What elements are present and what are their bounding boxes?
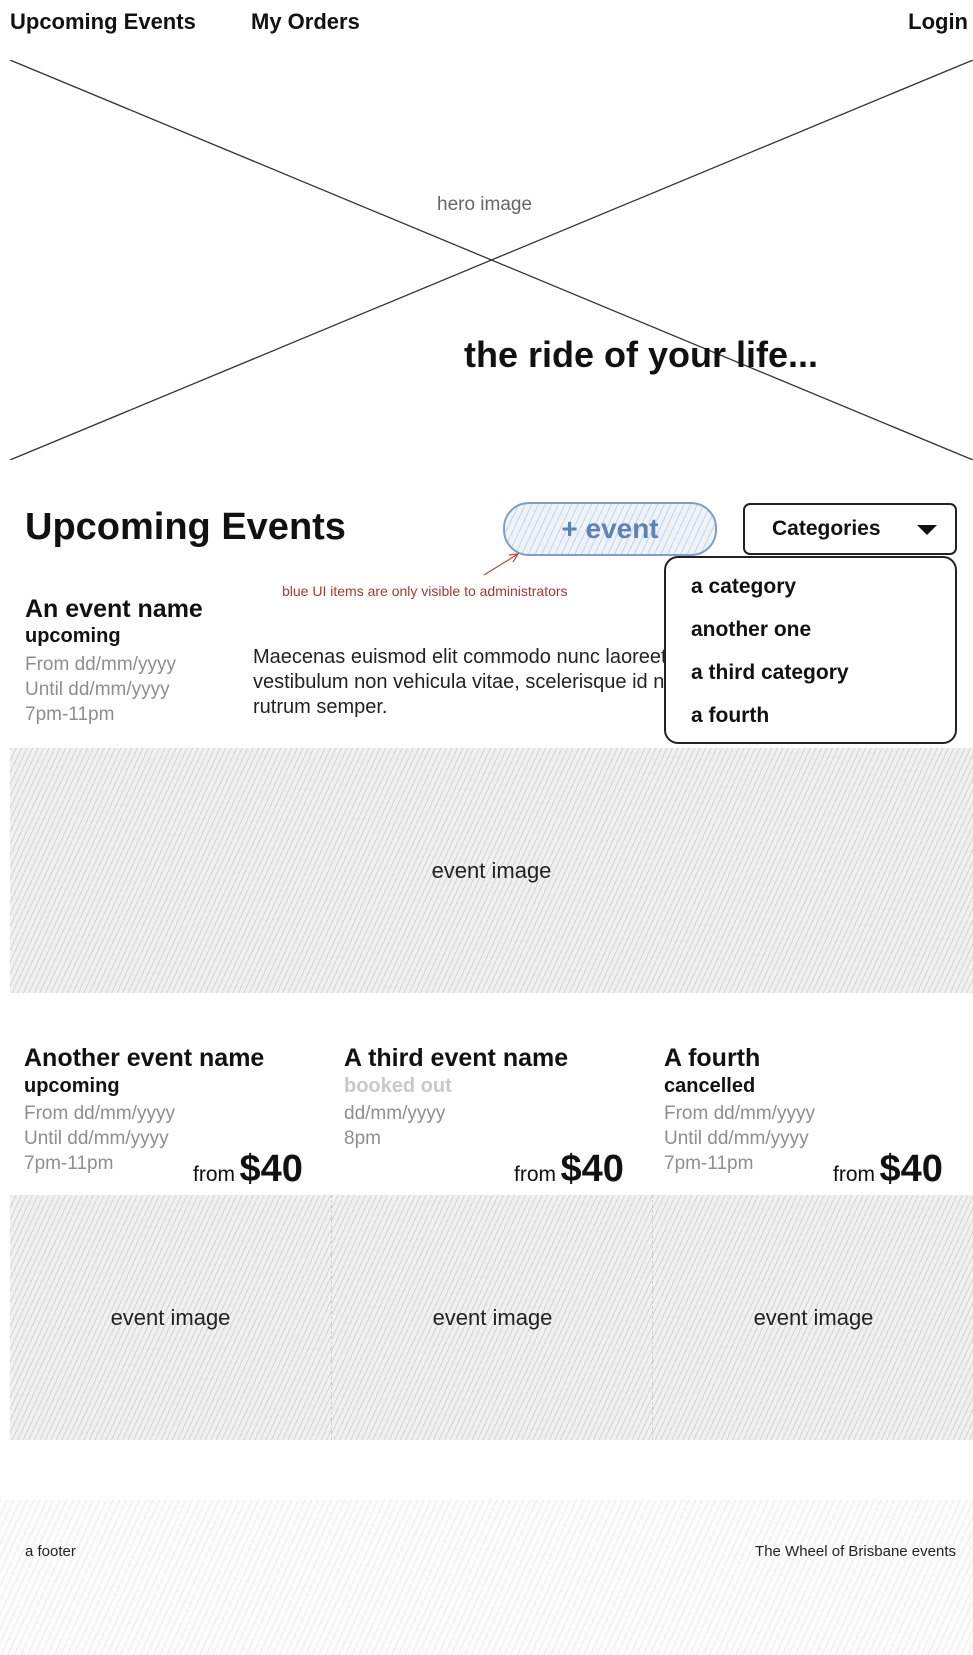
- event-image[interactable]: event image: [10, 1195, 331, 1440]
- nav-login[interactable]: Login: [908, 9, 968, 35]
- event-image[interactable]: event image: [331, 1195, 653, 1440]
- hero-placeholder-cross: [10, 60, 973, 460]
- event-name[interactable]: A fourth: [664, 1044, 964, 1073]
- featured-event-image[interactable]: event image: [10, 748, 973, 993]
- hero-image: hero image the ride of your life...: [10, 60, 973, 460]
- price-amount: $40: [879, 1148, 943, 1190]
- event-status: upcoming: [24, 1075, 120, 1097]
- footer-right-text: The Wheel of Brisbane events: [755, 1543, 956, 1560]
- event-price: from $40: [514, 1148, 624, 1191]
- event-price: from $40: [833, 1148, 943, 1191]
- admin-note: blue UI items are only visible to admini…: [282, 583, 568, 599]
- event-image-label: event image: [753, 1305, 874, 1330]
- featured-event-name[interactable]: An event name: [25, 595, 203, 624]
- event-image-label: event image: [110, 1305, 231, 1330]
- event-status: cancelled: [664, 1075, 756, 1097]
- dropdown-item-category[interactable]: a fourth: [691, 704, 769, 728]
- event-date: dd/mm/yyyy: [344, 1103, 446, 1124]
- nav-my-orders[interactable]: My Orders: [251, 9, 360, 35]
- page-title: Upcoming Events: [25, 506, 346, 548]
- event-name[interactable]: A third event name: [344, 1044, 654, 1073]
- event-name[interactable]: Another event name: [24, 1044, 334, 1073]
- price-prefix: from: [833, 1163, 875, 1186]
- dropdown-item-category[interactable]: another one: [691, 618, 811, 642]
- event-price: from $40: [193, 1148, 303, 1191]
- dropdown-item-category[interactable]: a category: [691, 575, 796, 599]
- featured-event-until: Until dd/mm/yyyy: [25, 679, 170, 700]
- event-card: A third event name booked out dd/mm/yyyy…: [344, 1044, 654, 1151]
- categories-dropdown-menu: a category another one a third category …: [664, 556, 957, 744]
- featured-event-from: From dd/mm/yyyy: [25, 654, 176, 675]
- hero-image-label: hero image: [437, 194, 533, 215]
- price-amount: $40: [560, 1148, 624, 1190]
- event-status: booked out: [344, 1075, 452, 1097]
- annotation-arrow-icon: [483, 553, 520, 576]
- add-event-label: + event: [561, 513, 659, 544]
- caret-down-icon: [917, 525, 937, 535]
- event-date-from: From dd/mm/yyyy: [664, 1103, 815, 1124]
- hero-tagline: the ride of your life...: [464, 334, 819, 375]
- event-date-from: From dd/mm/yyyy: [24, 1103, 175, 1124]
- dropdown-item-category[interactable]: a third category: [691, 661, 849, 685]
- nav-upcoming-events[interactable]: Upcoming Events: [10, 9, 196, 35]
- featured-event-time: 7pm-11pm: [25, 704, 115, 725]
- footer: a footer The Wheel of Brisbane events: [0, 1500, 973, 1655]
- price-prefix: from: [514, 1163, 556, 1186]
- price-prefix: from: [193, 1163, 235, 1186]
- featured-event-image-label: event image: [431, 858, 552, 883]
- categories-label: Categories: [772, 517, 881, 540]
- featured-event-status: upcoming: [25, 625, 121, 647]
- price-amount: $40: [239, 1148, 303, 1190]
- categories-dropdown-button[interactable]: Categories: [743, 503, 957, 555]
- event-image-label: event image: [432, 1305, 553, 1330]
- event-image[interactable]: event image: [652, 1195, 973, 1440]
- footer-left-text: a footer: [25, 1543, 76, 1560]
